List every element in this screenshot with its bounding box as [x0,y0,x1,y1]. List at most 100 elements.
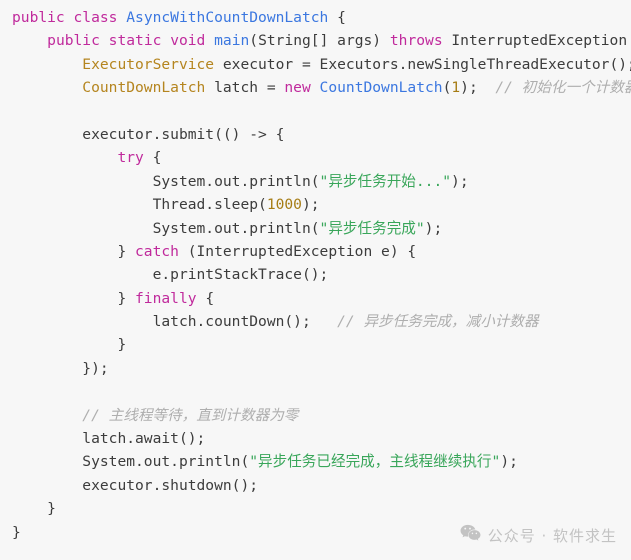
code-token-pln: latch.await(); [82,430,206,448]
code-token-pln: e.printStackTrace(); [152,266,329,284]
code-line: latch.await(); [12,427,631,450]
code-line: }); [12,357,631,380]
code-line: Thread.sleep(1000); [12,193,631,216]
code-token-kw: static [108,32,162,50]
code-token-pln: ); [451,172,469,190]
code-token-kw: catch [135,242,179,260]
code-token-cls: main [214,32,250,50]
code-line: executor.submit(() -> { [12,123,631,146]
code-token-type: CountDownLatch [82,79,206,97]
code-token-pln [117,9,126,26]
code-line: executor.shutdown(); [12,474,631,497]
code-token-pln: { [143,149,162,167]
code-token-pln: System.out.println( [152,219,320,237]
code-line: } [12,333,631,356]
code-token-pln: } [12,523,21,541]
code-token-kw: public [47,32,100,50]
code-token-pln: Thread.sleep( [152,196,267,214]
wechat-icon [460,524,481,546]
code-line: } finally { [12,287,631,310]
code-line: } catch (InterruptedException e) { [12,240,631,263]
code-token-kw: class [73,9,118,26]
code-token-pln [161,32,170,49]
code-token-cls: AsyncWithCountDownLatch [126,9,329,26]
code-token-pln: ); [500,453,518,471]
code-line: CountDownLatch latch = new CountDownLatc… [12,76,631,99]
code-token-pln: }); [82,359,109,377]
code-token-kw: new [284,79,311,97]
code-token-kw: void [170,32,206,50]
code-token-pln [311,79,320,96]
code-line: e.printStackTrace(); [12,263,631,286]
code-line: public class AsyncWithCountDownLatch { [12,6,631,29]
code-token-str: "异步任务开始..." [319,172,452,190]
code-token-pln: executor.shutdown(); [82,476,259,494]
code-line: System.out.println("异步任务完成"); [12,217,631,240]
code-line: System.out.println("异步任务开始..."); [12,170,631,193]
code-line: try { [12,146,631,169]
code-token-pln: latch = [205,79,285,97]
code-lines-container[interactable]: public class AsyncWithCountDownLatch { p… [12,6,631,544]
code-line: latch.countDown(); // 异步任务完成，减小计数器 [12,310,631,333]
code-token-pln [100,32,109,49]
code-token-pln [205,32,214,49]
code-token-pln [65,9,74,26]
code-line: ExecutorService executor = Executors.new… [12,53,631,76]
code-token-pln: InterruptedException { [442,32,631,50]
code-line: public static void main(String[] args) t… [12,29,631,52]
code-token-pln: } [117,336,127,354]
code-token-str: "异步任务完成" [319,219,425,237]
code-token-type: ExecutorService [82,55,215,73]
code-token-pln: { [328,9,346,26]
code-token-cls: CountDownLatch [319,79,443,97]
code-token-pln: System.out.println( [152,172,320,190]
code-token-pln: System.out.println( [82,453,250,471]
code-token-pln: ); [460,79,496,97]
code-token-num: 1000 [266,196,302,214]
code-token-cmt: // 主线程等待，直到计数器为零 [82,406,299,424]
code-token-pln: executor = Executors.newSingleThreadExec… [214,55,631,73]
code-token-pln: ); [424,219,443,237]
code-token-pln: (String[] args) [249,32,390,50]
code-line: } [12,497,631,520]
watermark-text: 公众号 · 软件求生 [487,526,617,545]
code-token-pln: executor.submit(() -> { [82,125,285,143]
code-line: System.out.println("异步任务已经完成，主线程继续执行"); [12,450,631,473]
watermark: 公众号 · 软件求生 [460,524,617,546]
code-token-str: "异步任务已经完成，主线程继续执行" [249,453,501,471]
code-token-kw: try [117,149,144,167]
code-line: // 主线程等待，直到计数器为零 [12,404,631,427]
code-token-pln: } [47,500,56,518]
code-snippet-panel: public class AsyncWithCountDownLatch { p… [0,0,631,560]
code-token-cmt: // 异步任务完成，减小计数器 [337,313,539,331]
code-token-pln: ); [301,196,320,214]
code-token-kw: finally [135,289,197,307]
code-token-pln: } [117,289,136,307]
code-token-pln: } [117,242,136,260]
code-token-kw: public [12,9,65,26]
code-token-num: 1 [451,79,461,97]
code-token-pln: latch.countDown(); [152,313,338,331]
code-token-cmt: // 初始化一个计数器 [495,79,631,97]
